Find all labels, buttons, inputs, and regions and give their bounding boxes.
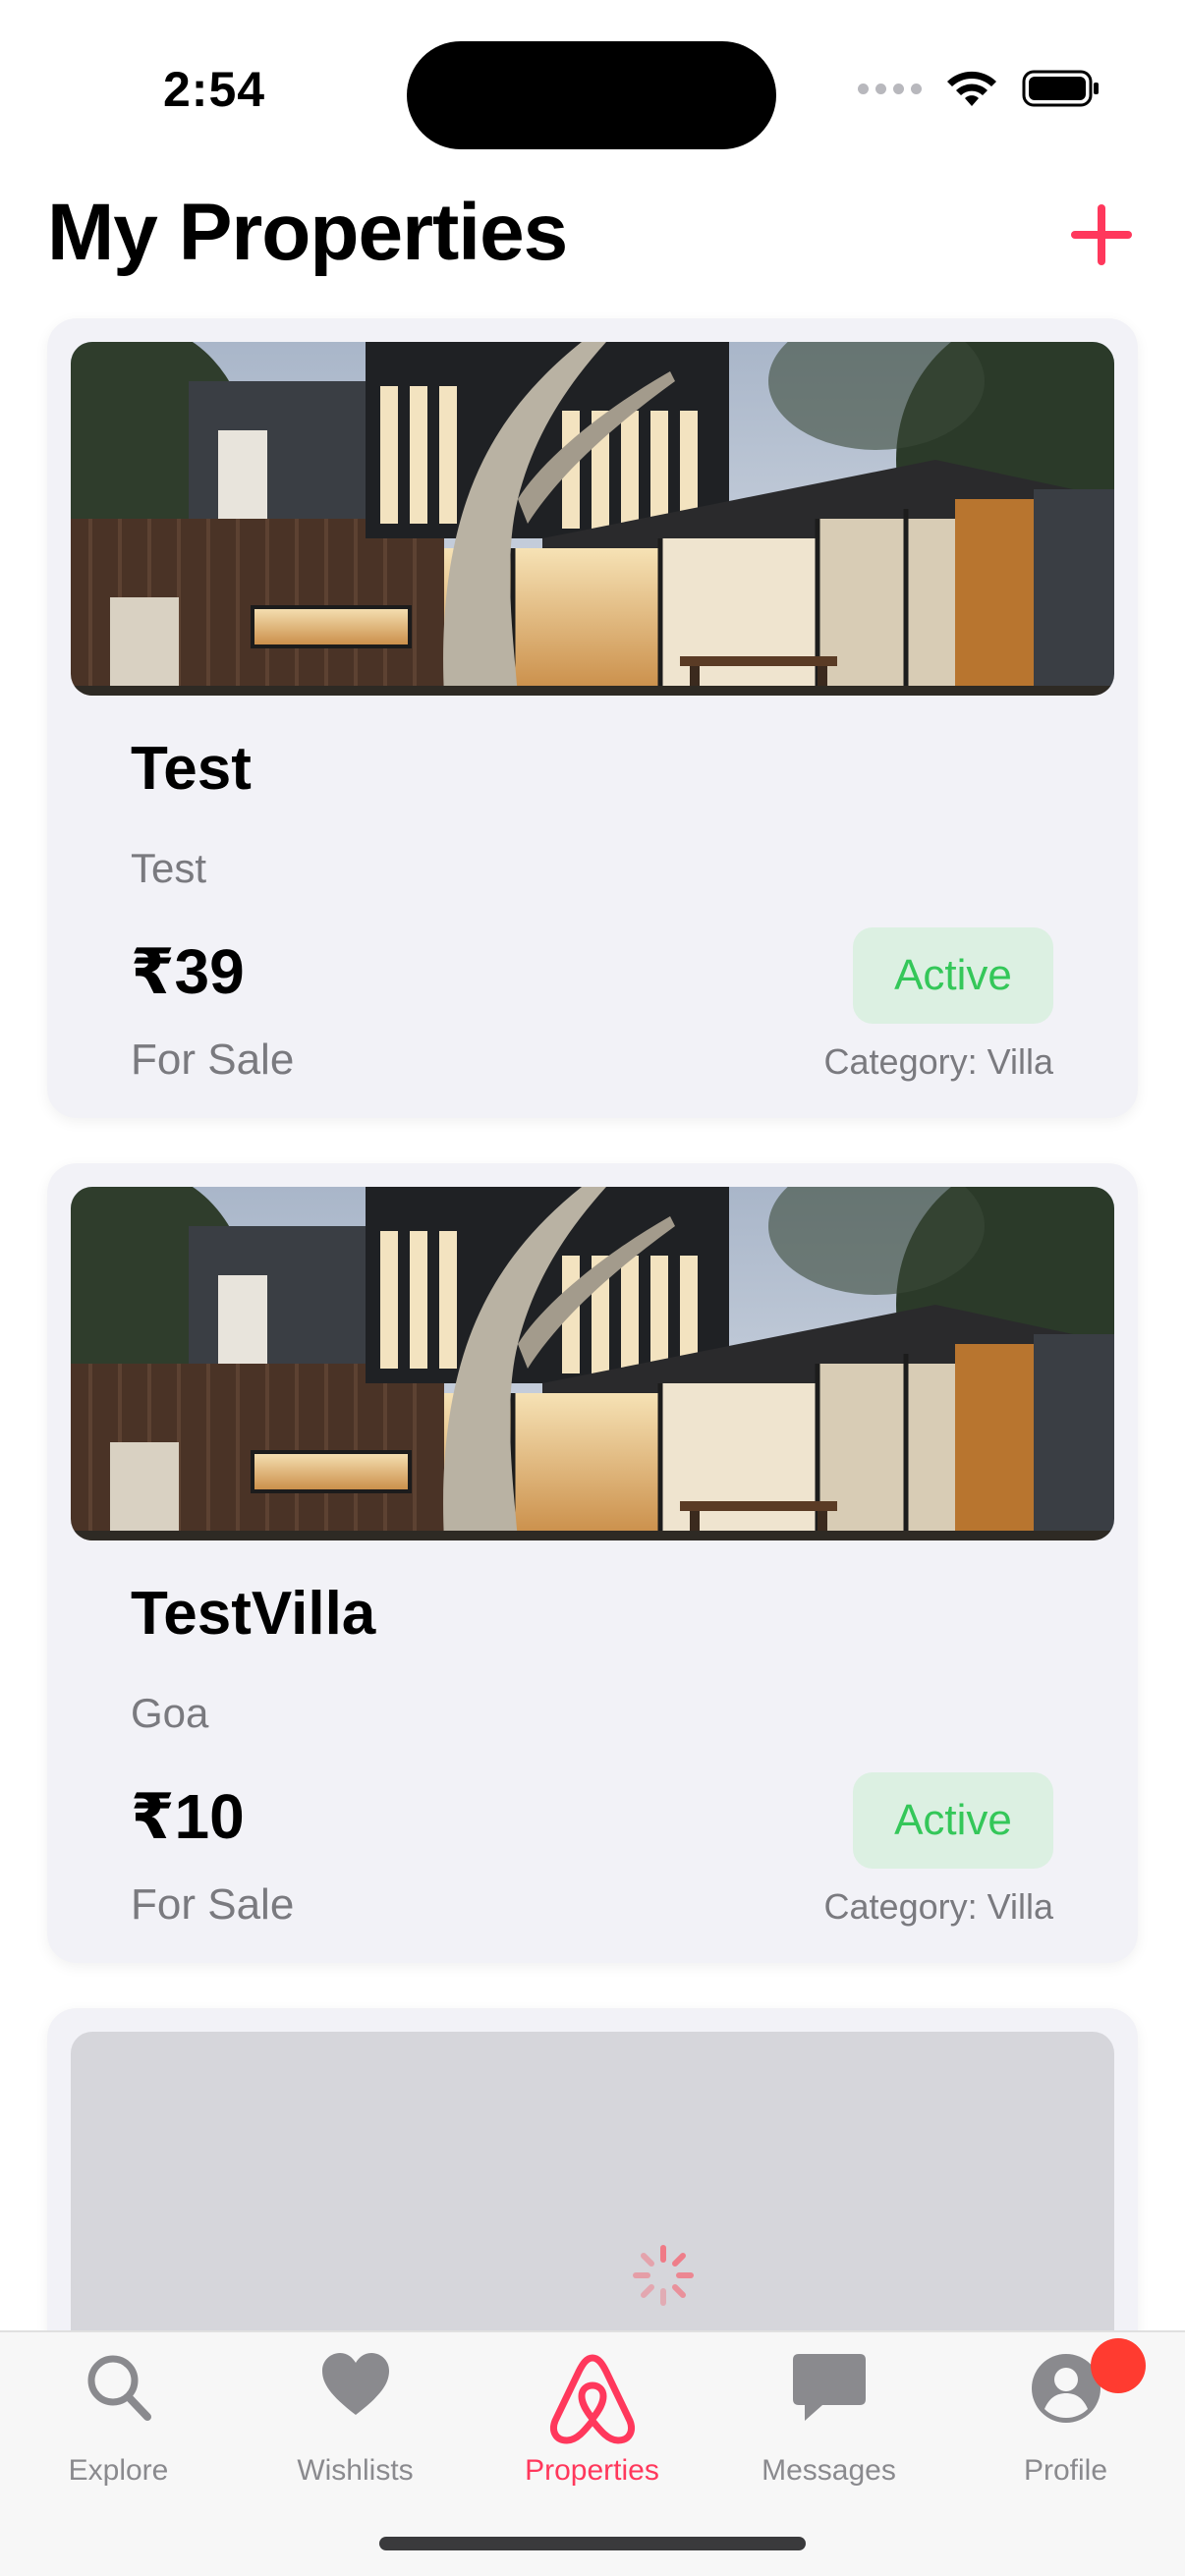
property-card[interactable]: Test Test ₹39 For Sale Active Category: … xyxy=(47,318,1138,1118)
property-location: Test xyxy=(131,845,207,891)
tab-label: Profile xyxy=(1023,2454,1108,2487)
status-time: 2:54 xyxy=(163,62,266,117)
cellular-signal-icon xyxy=(858,83,922,94)
dynamic-island xyxy=(407,41,776,149)
property-listing-type: For Sale xyxy=(131,1880,295,1929)
heart-icon xyxy=(321,2353,389,2415)
property-image xyxy=(71,1187,1114,1540)
wifi-icon xyxy=(947,71,996,106)
property-price: ₹10 xyxy=(131,1781,245,1852)
status-badge: Active xyxy=(853,927,1053,1024)
property-card[interactable]: TestVilla Goa ₹10 For Sale Active Catego… xyxy=(47,1163,1138,1963)
tab-properties[interactable]: Properties xyxy=(474,2332,710,2487)
tab-profile[interactable]: Profile xyxy=(947,2332,1184,2487)
tab-label: Explore xyxy=(68,2454,169,2487)
property-title: TestVilla xyxy=(131,1580,376,1648)
screen: 2:54 My Properties Test Test ₹39 For Sal… xyxy=(0,0,1185,2576)
status-badge: Active xyxy=(853,1772,1053,1869)
property-location: Goa xyxy=(131,1690,209,1736)
property-price: ₹39 xyxy=(131,936,245,1007)
tab-label: Wishlists xyxy=(297,2454,414,2487)
plus-icon[interactable] xyxy=(1067,200,1136,269)
tab-wishlists[interactable]: Wishlists xyxy=(237,2332,474,2487)
chat-bubble-icon xyxy=(792,2354,866,2421)
property-category: Category: Villa xyxy=(823,1886,1053,1927)
battery-icon xyxy=(1022,70,1099,107)
property-category: Category: Villa xyxy=(823,1041,1053,1082)
property-image xyxy=(71,342,1114,696)
tab-messages[interactable]: Messages xyxy=(710,2332,947,2487)
tab-explore[interactable]: Explore xyxy=(0,2332,237,2487)
property-listing-type: For Sale xyxy=(131,1036,295,1084)
tab-label: Messages xyxy=(762,2454,896,2487)
home-indicator xyxy=(379,2537,806,2550)
page-title: My Properties xyxy=(47,188,568,277)
tab-label: Properties xyxy=(525,2454,659,2487)
loading-spinner-icon xyxy=(633,2245,694,2306)
notification-badge xyxy=(1091,2338,1146,2393)
airbnb-logo-icon xyxy=(549,2354,635,2444)
property-title: Test xyxy=(131,735,252,803)
search-icon xyxy=(87,2355,151,2421)
status-icons xyxy=(858,69,1100,108)
image-placeholder xyxy=(71,2032,1114,2366)
